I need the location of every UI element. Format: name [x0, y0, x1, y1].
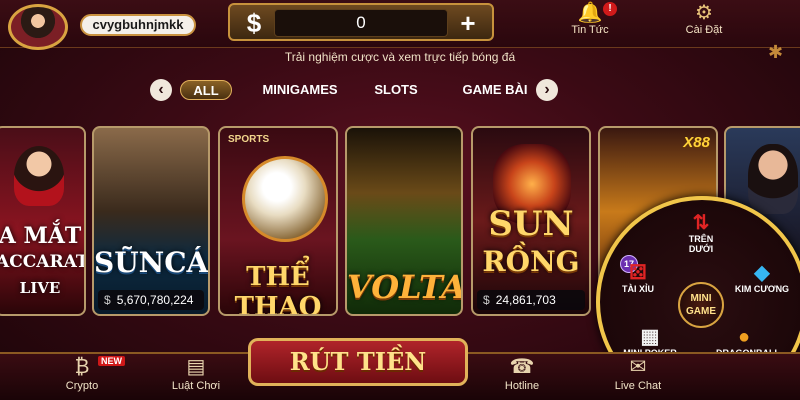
- marquee-text: Trải nghiệm cược và xem trực tiếp bóng đ…: [284, 50, 516, 64]
- spider-icon: ✱: [768, 42, 784, 62]
- game-card-volta[interactable]: VOLTA: [345, 126, 463, 316]
- x88-tag: X88: [683, 134, 710, 151]
- game-title: VOLTA: [347, 268, 463, 306]
- jackpot-value: 5,670,780,224: [116, 293, 194, 307]
- hotline-button[interactable]: ☎ Hotline: [494, 354, 550, 400]
- minigame-tai-xiu[interactable]: ⚄ TÀI XỈU: [614, 262, 662, 294]
- settings-button[interactable]: ⚙ Cài Đặt: [676, 2, 732, 42]
- tab-all[interactable]: ALL: [180, 80, 232, 100]
- game-card-sun-rong[interactable]: SUN RỒNG $24,861,703: [471, 126, 591, 316]
- up-down-arrows-icon: ⇅: [692, 212, 710, 234]
- hotline-label: Hotline: [504, 380, 540, 392]
- tabs-prev-button[interactable]: ‹: [150, 79, 172, 101]
- jackpot-dollar-icon: $: [483, 293, 490, 307]
- notification-badge: !: [603, 2, 617, 16]
- tab-minigames[interactable]: MINIGAMES: [258, 80, 342, 100]
- minigame-kim-cuong[interactable]: ◆ KIM CƯƠNG: [734, 262, 790, 294]
- dollar-icon: $: [246, 8, 262, 38]
- minigame-tren-duoi[interactable]: ⇅ TRÊN DƯỚI: [676, 212, 726, 254]
- minigame-center-line2: GAME: [686, 306, 716, 317]
- game-title-line1: SUN: [488, 204, 574, 244]
- dragonball-icon: ●: [737, 326, 751, 348]
- minigame-center-logo[interactable]: MINI GAME: [678, 282, 724, 328]
- news-label: Tin Tức: [571, 24, 609, 36]
- game-card-the-thao[interactable]: SPORTS THỂ THAO: [218, 126, 338, 316]
- add-funds-button[interactable]: +: [452, 9, 484, 37]
- jackpot-bar: $24,861,703: [477, 290, 585, 310]
- crypto-label: Crypto: [65, 380, 99, 392]
- tab-game-bai[interactable]: GAME BÀI: [462, 80, 528, 100]
- game-title-line2: ACCARAT: [0, 252, 86, 272]
- diamond-icon: ◆: [754, 262, 770, 284]
- rules-label: Luật Chơi: [171, 380, 221, 392]
- chat-icon: ✉: [629, 356, 647, 378]
- new-badge: NEW: [98, 356, 125, 366]
- game-title: THỂ THAO: [234, 262, 322, 316]
- minigame-label: TÀI XỈU: [621, 284, 654, 294]
- withdraw-button[interactable]: RÚT TIỀN: [248, 338, 468, 386]
- settings-label: Cài Đặt: [685, 24, 723, 36]
- livechat-label: Live Chat: [614, 380, 662, 392]
- gear-icon: ⚙: [695, 2, 713, 24]
- phone-icon: ☎: [509, 356, 535, 378]
- game-card-baccarat[interactable]: A MẮT ACCARAT LIVE: [0, 126, 86, 316]
- jackpot-value: 24,861,703: [495, 293, 556, 307]
- game-title-line3: LIVE: [19, 279, 61, 297]
- game-title-line2: RỒNG: [482, 245, 580, 278]
- slot-machine-icon: ▦: [640, 326, 660, 348]
- minigame-center-line1: MINI: [690, 293, 712, 304]
- rulebook-icon: ▤: [186, 356, 206, 378]
- rules-button[interactable]: ▤ Luật Chơi: [168, 354, 224, 400]
- username-label[interactable]: cvygbuhnjmkk: [80, 14, 196, 36]
- football-icon: [242, 156, 328, 242]
- tabs-next-button[interactable]: ›: [536, 79, 558, 101]
- game-title-line1: A MẮT: [0, 223, 82, 249]
- avatar[interactable]: [8, 4, 68, 50]
- tab-slots[interactable]: SLOTS: [368, 80, 424, 100]
- sports-tag: SPORTS: [228, 134, 270, 145]
- minigame-label: KIM CƯƠNG: [734, 284, 790, 294]
- dealer-image: [748, 144, 798, 214]
- game-card-sun-ca[interactable]: SŨNCÁ $5,670,780,224: [92, 126, 210, 316]
- balance-value: 0: [274, 9, 448, 37]
- dice-icon: ⚄: [629, 262, 647, 284]
- jackpot-dollar-icon: $: [104, 293, 111, 307]
- game-title: SŨNCÁ: [94, 246, 209, 279]
- category-tabs: ‹ ALL MINIGAMES SLOTS GAME BÀI ›: [150, 78, 560, 104]
- dealer-image: [14, 146, 64, 206]
- minigame-label: TRÊN DƯỚI: [688, 234, 714, 254]
- livechat-button[interactable]: ✉ Live Chat: [610, 354, 666, 400]
- balance-panel: $ 0 +: [228, 3, 494, 41]
- jackpot-bar: $5,670,780,224: [98, 290, 204, 310]
